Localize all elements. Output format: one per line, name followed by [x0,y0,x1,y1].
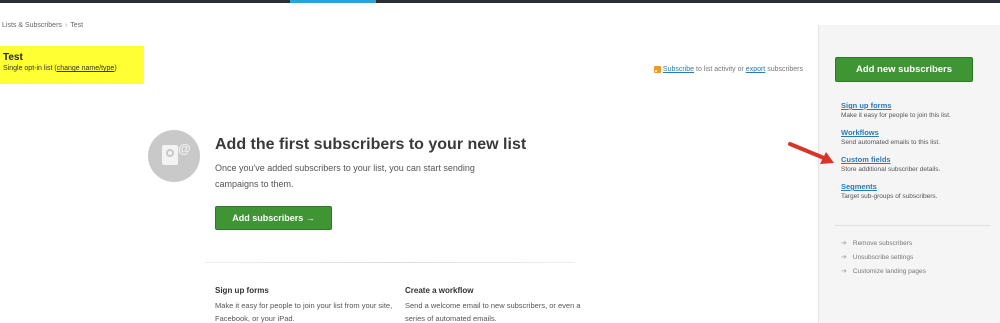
create-workflow-description: Send a welcome email to new subscribers,… [405,301,581,323]
empty-state-title: Add the first subscribers to your new li… [215,136,527,153]
sidebar: Add new subscribers Sign up forms Make i… [818,25,1000,323]
export-link[interactable]: export [746,66,765,73]
sidebar-actions: ➔ Remove subscribers ➔ Unsubscribe setting… [841,239,926,281]
sidebar-action-label: Unsubscribe settings [852,253,914,261]
subscribe-suffix-text: subscribers [765,66,803,73]
sidebar-item-workflows: Workflows Send automated emails to this … [841,128,991,146]
sidebar-action-unsubscribe-settings[interactable]: ➔ Unsubscribe settings [841,253,926,262]
list-type-prefix: Single opt-in list ( [3,65,57,72]
sidebar-item-custom-fields: Custom fields Store additional subscribe… [841,155,991,173]
create-workflow-heading[interactable]: Create a workflow [405,286,585,295]
sidebar-action-label: Remove subscribers [852,239,913,247]
annotation-arrow-icon [788,142,834,164]
sidebar-link-custom-fields[interactable]: Custom fields [841,155,991,164]
subscribers-card-icon: @ [148,130,200,182]
subscribe-link[interactable]: Subscribe [663,66,694,73]
sidebar-desc-segments: Target sub-groups of subscribers. [841,193,938,200]
at-sign-glyph: @ [178,141,191,156]
signup-forms-description: Make it easy for people to join your lis… [215,301,393,323]
sidebar-links: Sign up forms Make it easy for people to… [841,101,991,209]
signup-forms-heading[interactable]: Sign up forms [215,286,395,295]
empty-state-description: Once you've added subscribers to your li… [215,163,475,189]
sidebar-action-remove-subscribers[interactable]: ➔ Remove subscribers [841,239,926,248]
add-subscribers-button[interactable]: Add subscribers → [215,206,332,230]
arrow-right-icon: ➔ [841,254,847,261]
top-nav-bar [0,0,1000,3]
breadcrumb: Lists & Subscribers › Test [2,22,83,29]
person-silhouette-shape [166,149,174,157]
top-nav-active-indicator [290,0,376,3]
arrow-right-icon: ➔ [841,268,847,275]
arrow-right-icon: ➔ [841,240,847,247]
list-type-text: Single opt-in list (change name/type) [3,65,144,72]
sidebar-item-signup-forms: Sign up forms Make it easy for people to… [841,101,991,119]
sidebar-action-customize-landing-pages[interactable]: ➔ Customize landing pages [841,267,926,276]
subscribe-line: Subscribe to list activity or export sub… [653,66,803,73]
sidebar-link-segments[interactable]: Segments [841,182,991,191]
breadcrumb-separator: › [64,22,68,29]
page-title: Test [3,52,23,63]
sidebar-desc-custom-fields: Store additional subscriber details. [841,166,941,173]
sidebar-divider [835,225,991,226]
sidebar-link-signup-forms[interactable]: Sign up forms [841,101,991,110]
rss-icon [653,66,661,73]
add-new-subscribers-button[interactable]: Add new subscribers [835,57,973,82]
sidebar-desc-signup-forms: Make it easy for people to join this lis… [841,112,951,119]
signup-forms-column: Sign up forms Make it easy for people to… [215,286,395,323]
list-type-suffix: ) [114,65,117,72]
breadcrumb-link-lists[interactable]: Lists & Subscribers [2,22,62,29]
sidebar-desc-workflows: Send automated emails to this list. [841,139,940,146]
breadcrumb-current: Test [70,22,84,29]
sidebar-item-segments: Segments Target sub-groups of subscriber… [841,182,991,200]
sidebar-link-workflows[interactable]: Workflows [841,128,991,137]
subscribe-middle-text: to list activity or [694,66,746,73]
workflow-column: Create a workflow Send a welcome email t… [405,286,585,323]
sidebar-action-label: Customize landing pages [852,267,926,275]
list-title-highlight: Test Single opt-in list (change name/typ… [0,46,144,84]
change-name-type-link[interactable]: change name/type [57,65,115,72]
section-divider [205,262,575,263]
